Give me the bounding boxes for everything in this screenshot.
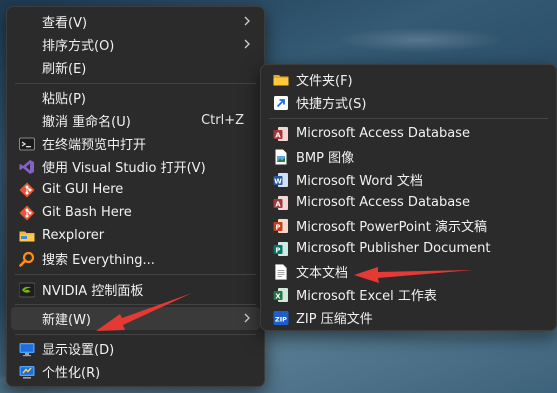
folder-icon <box>273 72 289 88</box>
terminal-icon <box>19 136 35 152</box>
desktop-context-menu: 查看(V) 排序方式(O) 刷新(E) 粘贴(P) 撤消 重命名(U) Ctrl… <box>6 6 265 387</box>
menu-item-paste[interactable]: 粘贴(P) <box>11 86 260 109</box>
nvidia-icon <box>19 282 35 298</box>
submenu-item-bmp-image[interactable]: BMP 图像 <box>265 145 552 168</box>
svg-text:X: X <box>275 292 281 300</box>
menu-item-search-everything[interactable]: 搜索 Everything... <box>11 247 260 270</box>
submenu-item-powerpoint[interactable]: P Microsoft PowerPoint 演示文稿 <box>265 214 552 237</box>
personalize-icon <box>19 364 35 380</box>
submenu-item-publisher[interactable]: P Microsoft Publisher Document <box>265 237 552 260</box>
menu-item-new[interactable]: 新建(W) <box>11 307 260 330</box>
menu-item-nvidia-control-panel[interactable]: NVIDIA 控制面板 <box>11 278 260 301</box>
access-icon: A <box>273 195 289 211</box>
svg-text:ZIP: ZIP <box>275 316 287 324</box>
word-icon: W <box>273 172 289 188</box>
excel-icon: X <box>273 287 289 303</box>
chevron-right-icon <box>244 16 250 26</box>
submenu-item-folder[interactable]: 文件夹(F) <box>265 68 552 91</box>
menu-item-sort-by[interactable]: 排序方式(O) <box>11 33 260 56</box>
menu-item-view[interactable]: 查看(V) <box>11 10 260 33</box>
submenu-item-access-database[interactable]: A Microsoft Access Database <box>265 122 552 145</box>
submenu-item-excel[interactable]: X Microsoft Excel 工作表 <box>265 283 552 306</box>
menu-separator <box>269 118 548 119</box>
git-gui-icon <box>19 182 35 198</box>
menu-item-personalize[interactable]: 个性化(R) <box>11 360 260 383</box>
menu-item-undo-rename[interactable]: 撤消 重命名(U) Ctrl+Z <box>11 109 260 132</box>
shortcut-hint: Ctrl+Z <box>201 113 244 128</box>
svg-text:P: P <box>275 223 280 231</box>
svg-text:W: W <box>274 177 282 185</box>
submenu-item-shortcut[interactable]: 快捷方式(S) <box>265 91 552 114</box>
monitor-icon <box>19 341 35 357</box>
access-icon: A <box>273 126 289 142</box>
search-icon <box>19 251 35 267</box>
menu-separator <box>15 274 256 275</box>
image-file-icon <box>273 149 289 165</box>
submenu-item-zip[interactable]: ZIP ZIP 压缩文件 <box>265 306 552 329</box>
submenu-item-text-document[interactable]: 文本文档 <box>265 260 552 283</box>
text-file-icon <box>273 264 289 280</box>
publisher-icon: P <box>273 241 289 257</box>
menu-item-git-bash[interactable]: Git Bash Here <box>11 201 260 224</box>
git-bash-icon <box>19 205 35 221</box>
menu-item-refresh[interactable]: 刷新(E) <box>11 56 260 79</box>
svg-text:P: P <box>275 246 280 254</box>
submenu-item-word-document[interactable]: W Microsoft Word 文档 <box>265 168 552 191</box>
powerpoint-icon: P <box>273 218 289 234</box>
folder-icon <box>19 228 35 244</box>
svg-text:A: A <box>275 131 281 139</box>
menu-item-display-settings[interactable]: 显示设置(D) <box>11 337 260 360</box>
new-submenu: 文件夹(F) 快捷方式(S) A Microsoft Access Databa… <box>260 64 557 331</box>
submenu-item-access-database-2[interactable]: A Microsoft Access Database <box>265 191 552 214</box>
menu-item-git-gui[interactable]: Git GUI Here <box>11 178 260 201</box>
chevron-right-icon <box>244 39 250 49</box>
svg-text:A: A <box>275 200 281 208</box>
menu-separator <box>15 83 256 84</box>
menu-item-open-in-terminal[interactable]: 在终端预览中打开 <box>11 132 260 155</box>
shortcut-icon <box>273 95 289 111</box>
zip-icon: ZIP <box>273 310 289 326</box>
menu-item-rexplorer[interactable]: Rexplorer <box>11 224 260 247</box>
visual-studio-icon <box>19 159 35 175</box>
menu-item-open-visual-studio[interactable]: 使用 Visual Studio 打开(V) <box>11 155 260 178</box>
chevron-right-icon <box>244 313 250 323</box>
menu-separator <box>15 334 256 335</box>
menu-separator <box>15 304 256 305</box>
